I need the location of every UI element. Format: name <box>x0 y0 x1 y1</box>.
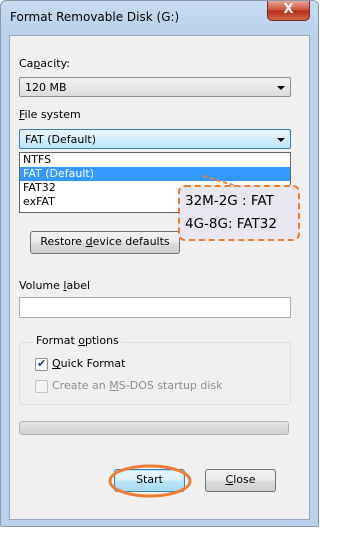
close-button-label: Close <box>225 473 256 486</box>
title-bar[interactable]: Format Removable Disk (G:) X <box>1 1 318 35</box>
format-options-legend: Format options <box>33 334 122 347</box>
quick-format-checkbox[interactable] <box>35 357 48 371</box>
capacity-value: 120 MB <box>25 81 67 94</box>
format-progress-bar <box>19 421 289 435</box>
close-icon: X <box>283 2 294 17</box>
format-options-group <box>19 342 291 405</box>
capacity-select[interactable]: 120 MB <box>19 77 291 97</box>
annotation-line-1: 32M-2G : FAT <box>185 193 274 209</box>
start-button[interactable]: Start <box>114 469 185 492</box>
volume-label-input[interactable] <box>19 297 291 318</box>
file-system-value: FAT (Default) <box>25 133 96 146</box>
volume-label-label: Volume label <box>19 279 91 292</box>
option-fat-default[interactable]: FAT (Default) <box>20 167 290 181</box>
restore-defaults-label: Restore device defaults <box>40 235 170 248</box>
close-window-button[interactable]: X <box>267 1 310 21</box>
chevron-down-icon <box>277 138 285 142</box>
file-system-label: File system <box>19 108 81 121</box>
annotation-line-2: 4G-8G: FAT32 <box>185 216 277 232</box>
option-ntfs[interactable]: NTFS <box>20 153 290 167</box>
chevron-down-icon <box>277 86 285 90</box>
capacity-label: Capacity: <box>19 57 70 70</box>
fs-size-annotation: 32M-2G : FAT 4G-8G: FAT32 <box>178 185 300 241</box>
file-system-select[interactable]: FAT (Default) <box>19 129 291 149</box>
window-title: Format Removable Disk (G:) <box>10 10 180 24</box>
msdos-startup-checkbox[interactable] <box>35 380 48 393</box>
restore-defaults-button[interactable]: Restore device defaults <box>30 231 180 254</box>
close-button[interactable]: Close <box>205 469 276 492</box>
start-button-label: Start <box>136 473 163 486</box>
msdos-startup-label: Create an MS-DOS startup disk <box>52 379 223 392</box>
quick-format-label[interactable]: Quick Format <box>52 357 125 370</box>
